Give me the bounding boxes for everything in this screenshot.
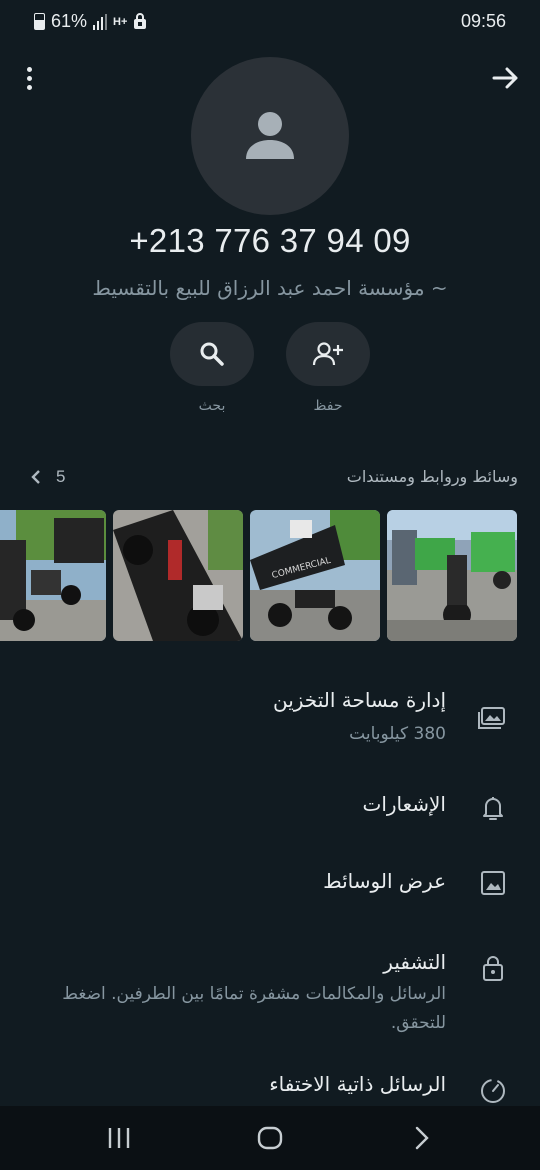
phone-number: +213 776 37 94 09 (129, 222, 411, 259)
encryption-description-cont: للتحقق. (390, 1013, 446, 1033)
home-icon[interactable] (257, 1125, 283, 1151)
add-person-icon (312, 342, 343, 366)
media-section-title[interactable]: وسائط وروابط ومستندات (347, 467, 518, 486)
battery-icon (34, 13, 45, 30)
push-name: ~ مؤسسة احمد عبد الرزاق للبيع بالتقسيط (92, 276, 448, 300)
forward-arrow-icon[interactable] (490, 62, 522, 94)
timer-icon (481, 1079, 505, 1103)
storage-icon (478, 707, 505, 729)
status-left: 61% H+ (34, 11, 147, 32)
image-icon (481, 871, 505, 895)
lock-icon (483, 956, 503, 981)
encryption-row-title[interactable]: التشفير (383, 950, 446, 974)
recents-icon[interactable] (106, 1126, 132, 1150)
media-count-link[interactable]: 5 (30, 467, 65, 487)
save-contact-button[interactable] (286, 322, 370, 386)
storage-size: 380 كيلوبايت (349, 724, 446, 744)
search-icon (200, 342, 224, 366)
system-navigation-bar (0, 1106, 540, 1170)
network-type: H+ (113, 15, 128, 28)
status-bar: 61% H+ 09:56 (0, 0, 540, 44)
search-button[interactable] (170, 322, 254, 386)
save-contact-label: حفظ (313, 398, 343, 414)
battery-level: 61% (51, 11, 88, 31)
media-thumbnail[interactable] (0, 510, 106, 641)
media-thumbnail[interactable]: COMMERCIAL (250, 510, 380, 641)
media-count: 5 (56, 467, 66, 486)
signal-icon (93, 13, 108, 30)
chevron-left-icon (31, 470, 40, 484)
back-icon[interactable] (410, 1125, 434, 1151)
lock-status-icon (134, 13, 147, 29)
notifications-row[interactable]: الإشعارات (362, 792, 446, 816)
person-icon (246, 112, 294, 159)
bell-icon (483, 797, 503, 820)
storage-row-title[interactable]: إدارة مساحة التخزين (273, 688, 446, 712)
media-visibility-row[interactable]: عرض الوسائط (323, 869, 446, 893)
media-thumbnail[interactable] (113, 510, 243, 641)
disappearing-messages-row[interactable]: الرسائل ذاتية الاختفاء (269, 1072, 446, 1096)
media-thumbnail[interactable] (387, 510, 517, 641)
avatar[interactable] (191, 57, 349, 215)
search-label: بحث (198, 398, 226, 414)
clock: 09:56 (460, 11, 506, 31)
encryption-description: الرسائل والمكالمات مشفرة تمامًا بين الطر… (62, 984, 446, 1004)
menu-icon[interactable] (16, 62, 42, 94)
